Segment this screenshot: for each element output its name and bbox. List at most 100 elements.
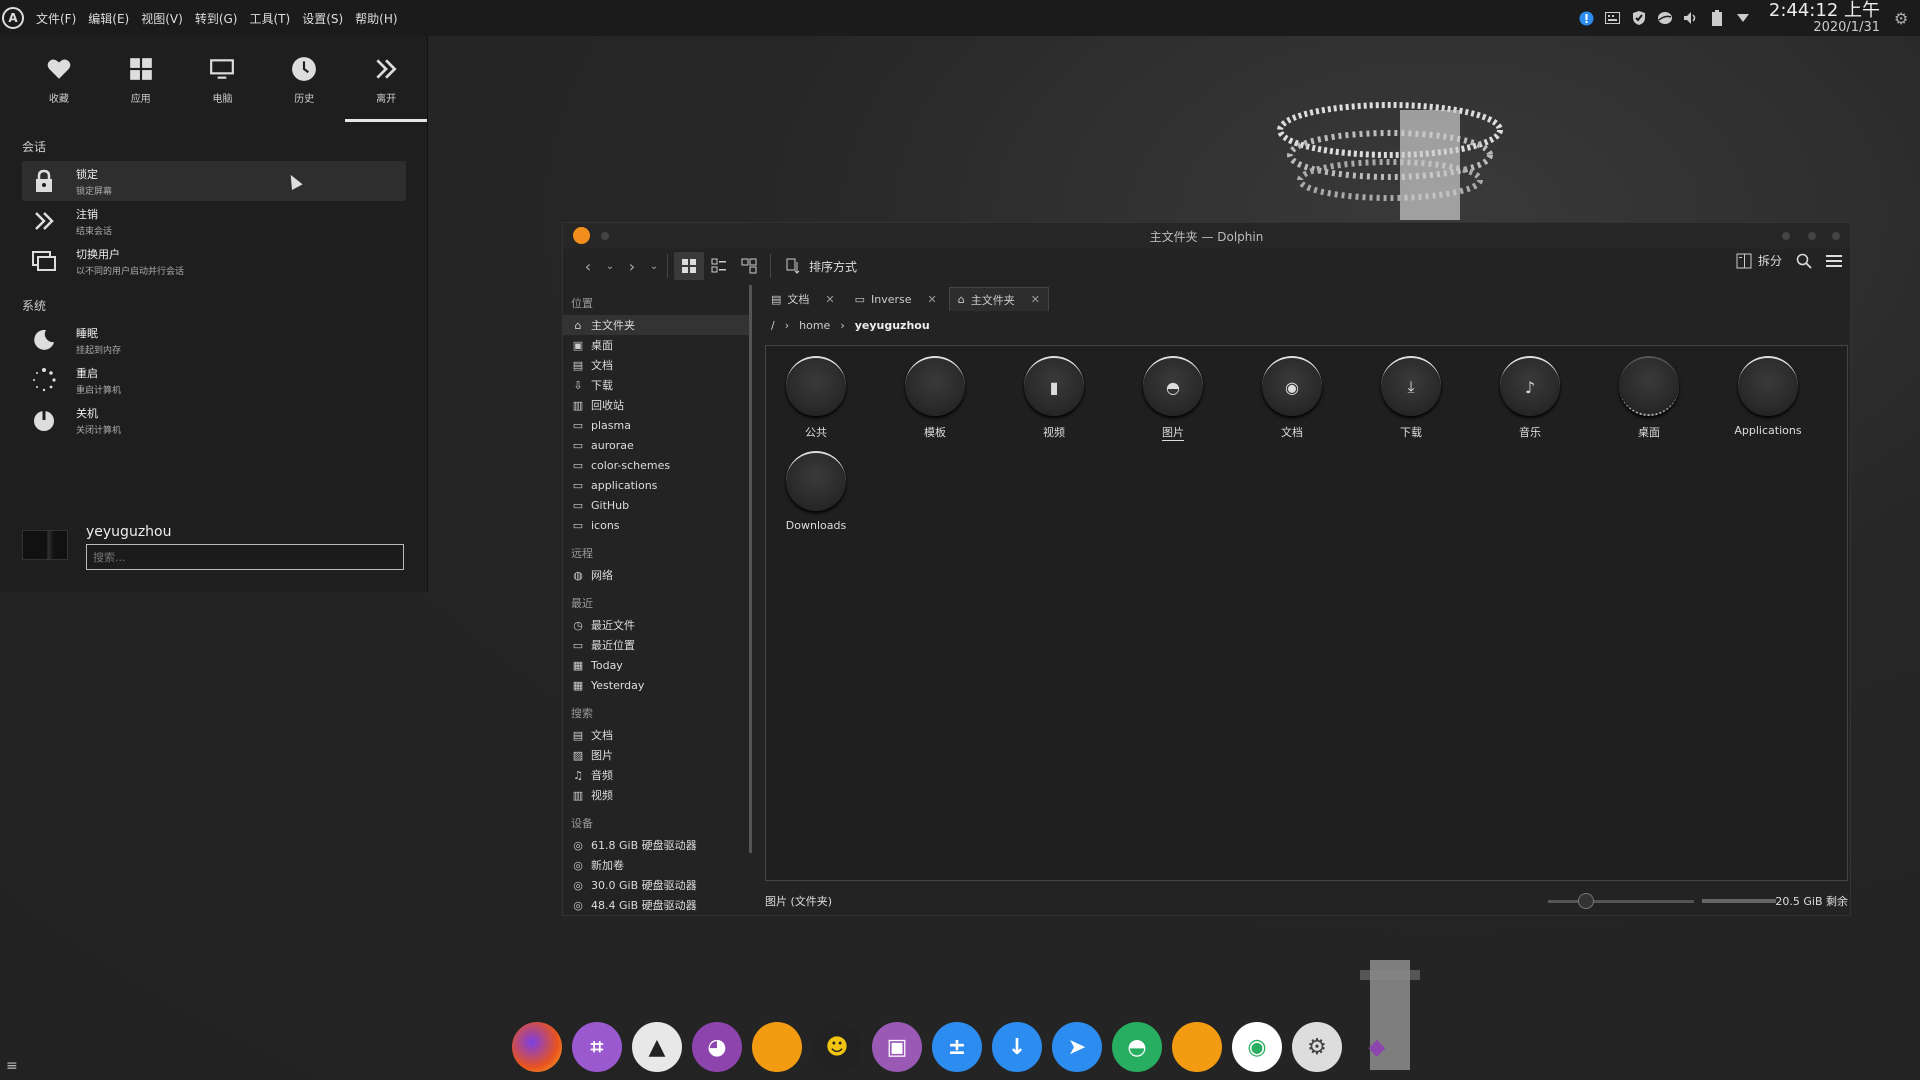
place-today[interactable]: ▦ Today [563,655,749,675]
details-view-button[interactable] [734,252,764,280]
network-icon[interactable] [1657,10,1673,26]
avatar[interactable] [22,530,68,560]
menu-go[interactable]: 转到(G) [189,10,244,27]
shutdown-item[interactable]: 关机 关闭计算机 [22,400,406,440]
tab-favorites[interactable]: 收藏 [18,36,100,122]
file-item-applications[interactable]: Applications [1718,356,1818,437]
tab-leave[interactable]: 离开 [345,36,427,122]
file-item-documents[interactable]: ◉ 文档 [1242,356,1342,440]
pin-button[interactable] [601,232,609,240]
start-menu-search-input[interactable] [86,544,404,570]
firefox-icon[interactable] [512,1022,562,1072]
switch-user-item[interactable]: 切换用户 以不同的用户启动并行会话 [22,241,406,281]
shield-icon[interactable] [1631,10,1647,26]
place-aurorae[interactable]: ▭ aurorae [563,435,749,455]
file-item-downloads[interactable]: Downloads [766,451,866,532]
breadcrumb-current[interactable]: yeyuguzhou [855,319,930,332]
place-color-schemes[interactable]: ▭ color-schemes [563,455,749,475]
screenshot-crop-icon[interactable]: ⌗ [572,1022,622,1072]
app-launcher-icon[interactable]: A [2,7,24,29]
file-item-pictures[interactable]: ◓ 图片 [1123,356,1223,441]
forward-button[interactable]: › [617,252,647,280]
place-applications[interactable]: ▭ applications [563,475,749,495]
arrow-down-icon[interactable] [1735,10,1751,26]
github-icon[interactable]: ◕ [692,1022,742,1072]
file-view[interactable]: 公共 模板 ▮ 视频 ◓ 图片 ◉ 文档 ⤓ 下载 ♪ 音乐 桌面 Application… [765,345,1848,881]
lock-item[interactable]: 锁定 锁定屏幕 [22,161,406,201]
android-icon[interactable]: ◓ [1112,1022,1162,1072]
restart-item[interactable]: 重启 重启计算机 [22,360,406,400]
calculator-icon[interactable]: ± [932,1022,982,1072]
battery-icon[interactable] [1709,10,1725,26]
places-scrollbar[interactable] [749,285,752,853]
icons-view-button[interactable] [674,252,704,280]
close-tab-icon[interactable]: ✕ [825,293,834,306]
place-recent-files[interactable]: ◷ 最近文件 [563,615,749,635]
folder-orange-icon[interactable] [752,1022,802,1072]
place-trash[interactable]: ▥ 回收站 [563,395,749,415]
place-plasma[interactable]: ▭ plasma [563,415,749,435]
close-tab-icon[interactable]: ✕ [1031,293,1040,306]
toggle-icon[interactable]: ◉ [1232,1022,1282,1072]
back-button[interactable]: ‹ [573,252,603,280]
logout-item[interactable]: 注销 结束会话 [22,201,406,241]
forward-history-chevron-icon[interactable]: ⌄ [647,252,661,280]
file-item-downloads-cn[interactable]: ⤓ 下载 [1361,356,1461,440]
device-2[interactable]: ◎ 新加卷 [563,855,749,875]
back-history-chevron-icon[interactable]: ⌄ [603,252,617,280]
menu-settings[interactable]: 设置(S) [296,10,349,27]
search-audio[interactable]: ♫ 音频 [563,765,749,785]
tab-home[interactable]: ⌂ 主文件夹 ✕ [948,287,1049,311]
telegram-icon[interactable]: ➤ [1052,1022,1102,1072]
device-1[interactable]: ◎ 61.8 GiB 硬盘驱动器 [563,835,749,855]
inkscape-icon[interactable]: ▲ [632,1022,682,1072]
search-documents[interactable]: ▤ 文档 [563,725,749,745]
place-documents[interactable]: ▤ 文档 [563,355,749,375]
panel-settings-icon[interactable]: ⚙ [1894,9,1912,28]
sleep-item[interactable]: 睡眠 挂起到内存 [22,320,406,360]
menu-file[interactable]: 文件(F) [30,10,82,27]
screen-recorder-icon[interactable]: ▣ [872,1022,922,1072]
zoom-slider[interactable] [1548,893,1694,909]
minimize-button[interactable] [1782,232,1790,240]
place-downloads[interactable]: ⇩ 下载 [563,375,749,395]
file-item-public[interactable]: 公共 [766,356,866,440]
window-titlebar[interactable]: 主文件夹 — Dolphin [563,223,1850,249]
show-desktop-icon[interactable]: ≡ [6,1058,18,1074]
maximize-button[interactable] [1808,232,1816,240]
file-item-desktop[interactable]: 桌面 [1599,356,1699,440]
close-tab-icon[interactable]: ✕ [928,293,937,306]
menu-view[interactable]: 视图(V) [135,10,189,27]
place-home[interactable]: ⌂ 主文件夹 [563,315,749,335]
volume-icon[interactable] [1683,10,1699,26]
settings-icon[interactable]: ⚙ [1292,1022,1342,1072]
search-videos[interactable]: ▥ 视频 [563,785,749,805]
breadcrumb-root[interactable]: / [771,319,775,332]
zoom-slider-handle[interactable] [1578,893,1594,909]
split-button[interactable]: 拆分 [1736,252,1782,269]
place-github[interactable]: ▭ GitHub [563,495,749,515]
keyboard-icon[interactable] [1605,10,1621,26]
tab-inverse[interactable]: ▭ Inverse ✕ [847,287,945,311]
kdeconnect-icon[interactable]: ◆ [1352,1022,1402,1072]
place-desktop[interactable]: ▣ 桌面 [563,335,749,355]
device-3[interactable]: ◎ 30.0 GiB 硬盘驱动器 [563,875,749,895]
place-recent-locations[interactable]: ▭ 最近位置 [563,635,749,655]
tab-history[interactable]: 历史 [263,36,345,122]
folder-home-icon[interactable] [1172,1022,1222,1072]
compact-view-button[interactable] [704,252,734,280]
place-icons[interactable]: ▭ icons [563,515,749,535]
tab-computer[interactable]: 电脑 [182,36,264,122]
menu-edit[interactable]: 编辑(E) [82,10,135,27]
menu-help[interactable]: 帮助(H) [349,10,403,27]
info-icon[interactable] [1579,10,1595,26]
downloader-icon[interactable]: ↓ [992,1022,1042,1072]
qq-icon[interactable]: ☻ [812,1022,862,1072]
place-network[interactable]: ◍ 网络 [563,565,749,585]
tab-documents[interactable]: ▤ 文档 ✕ [763,287,843,311]
menu-tools[interactable]: 工具(T) [243,10,296,27]
file-item-templates[interactable]: 模板 [885,356,985,440]
sort-button[interactable]: 排序方式 [785,258,857,275]
close-window-button[interactable] [573,227,590,244]
place-yesterday[interactable]: ▦ Yesterday [563,675,749,695]
